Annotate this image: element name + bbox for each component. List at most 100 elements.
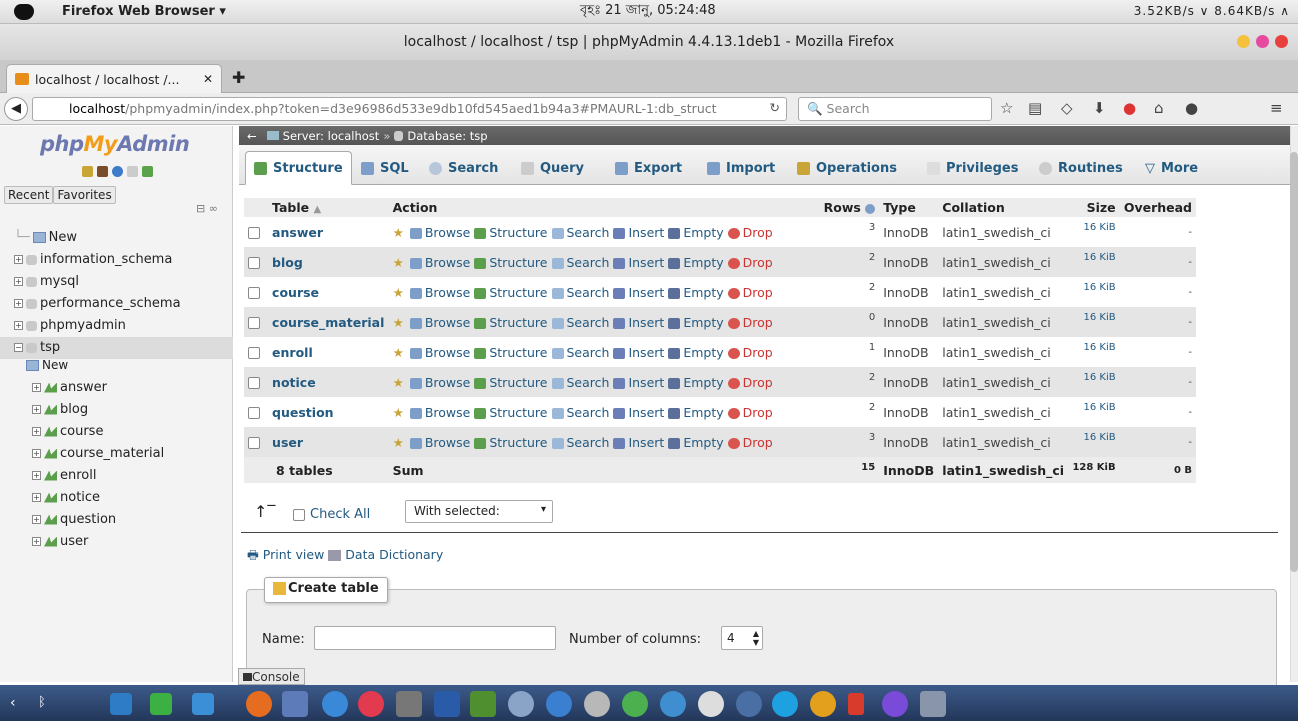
tree-db-performance-schema[interactable]: + performance_schema [14,296,181,311]
expand-icon[interactable]: + [32,383,41,392]
tasks-icon[interactable] [150,693,172,715]
expand-icon[interactable]: + [32,449,41,458]
expand-icon[interactable]: + [32,405,41,414]
tree-table-course-material[interactable]: + course_material [32,446,164,461]
preview-icon[interactable] [282,691,308,717]
skype-icon[interactable] [772,691,798,717]
table-name-link[interactable]: blog [268,247,389,277]
browser-tab[interactable]: localhost / localhost /... ✕ [6,64,222,93]
bookmark-star-icon[interactable]: ☆ [1000,99,1013,117]
action-insert-link[interactable]: Insert [613,255,664,270]
expand-icon[interactable]: + [14,321,23,330]
pdf-icon[interactable] [848,693,864,715]
action-drop-link[interactable]: Drop [727,435,773,450]
header-table[interactable]: Table ▲ [268,198,389,217]
tab-import[interactable]: Import [699,151,783,185]
action-insert-link[interactable]: Insert [613,225,664,240]
tree-db-phpmyadmin[interactable]: + phpmyadmin [14,318,126,333]
tree-table-course[interactable]: + course [32,424,103,439]
favorite-star-icon[interactable]: ★ [393,375,404,390]
check-all-checkbox[interactable] [293,508,305,521]
row-size[interactable]: 16 KiB [1068,277,1120,307]
check-all-label[interactable]: Check All [310,507,370,522]
extension-icon[interactable]: ● [1123,99,1136,117]
tab-structure[interactable]: Structure [245,151,352,185]
action-search-link[interactable]: Search [551,405,609,420]
action-structure-link[interactable]: Structure [474,285,548,300]
expand-icon[interactable]: + [32,537,41,546]
collapse-all-icon[interactable]: ⊟ ∞ [196,202,218,215]
scrollbar-thumb[interactable] [1290,152,1298,572]
table-name-link[interactable]: enroll [268,337,389,367]
header-collation[interactable]: Collation [938,198,1069,217]
firefox-icon[interactable] [246,691,272,717]
close-tab-icon[interactable]: ✕ [203,72,213,86]
reload-nav-icon[interactable] [142,166,153,177]
action-drop-link[interactable]: Drop [727,315,773,330]
favorite-star-icon[interactable]: ★ [393,255,404,270]
table-row[interactable]: answer ★ Browse Structure Search Insert Empty D… [244,217,1196,247]
system-clock[interactable]: বৃহঃ 21 জানু, 05:24:48 [580,1,716,22]
tree-table-blog[interactable]: + blog [32,402,88,417]
action-browse-link[interactable]: Browse [409,405,470,420]
itunes-icon[interactable] [358,691,384,717]
favorite-star-icon[interactable]: ★ [393,225,404,240]
action-empty-link[interactable]: Empty [668,405,724,420]
action-drop-link[interactable]: Drop [727,345,773,360]
action-empty-link[interactable]: Empty [668,375,724,390]
console-toggle[interactable]: Console [238,668,305,685]
tree-table-notice[interactable]: + notice [32,490,100,505]
action-browse-link[interactable]: Browse [409,435,470,450]
row-checkbox[interactable] [248,437,260,449]
tab-sql[interactable]: SQL [353,151,417,185]
action-search-link[interactable]: Search [551,375,609,390]
bookmarks-list-icon[interactable]: ▤ [1028,99,1042,117]
action-search-link[interactable]: Search [551,435,609,450]
url-bar[interactable]: localhost/phpmyadmin/index.php?token=d3e… [32,97,787,121]
table-row[interactable]: user ★ Browse Structure Search Insert Empty Dro… [244,427,1196,457]
action-insert-link[interactable]: Insert [613,405,664,420]
downloads-icon[interactable]: ⬇ [1093,99,1106,117]
collapse-icon[interactable]: − [14,343,23,352]
action-browse-link[interactable]: Browse [409,375,470,390]
action-browse-link[interactable]: Browse [409,345,470,360]
bluetooth-app-icon[interactable] [736,691,762,717]
table-row[interactable]: notice ★ Browse Structure Search Insert Empty D… [244,367,1196,397]
action-search-link[interactable]: Search [551,345,609,360]
row-size[interactable]: 16 KiB [1068,247,1120,277]
action-structure-link[interactable]: Structure [474,435,548,450]
row-size[interactable]: 16 KiB [1068,427,1120,457]
action-browse-link[interactable]: Browse [409,225,470,240]
action-empty-link[interactable]: Empty [668,225,724,240]
table-row[interactable]: course ★ Browse Structure Search Insert Empty D… [244,277,1196,307]
bluetooth-icon[interactable]: ᛒ [38,695,46,710]
app-store-icon[interactable] [546,691,572,717]
table-name-input[interactable] [314,626,556,650]
table-row[interactable]: question ★ Browse Structure Search Insert Empt… [244,397,1196,427]
favorite-star-icon[interactable]: ★ [393,435,404,450]
table-name-link[interactable]: notice [268,367,389,397]
expand-icon[interactable]: + [14,277,23,286]
tree-tsp-new[interactable]: New [26,358,68,372]
maximize-button[interactable] [1256,35,1269,48]
expand-icon[interactable]: + [32,427,41,436]
action-empty-link[interactable]: Empty [668,345,724,360]
close-window-button[interactable] [1275,35,1288,48]
print-view-link[interactable]: Print view [263,547,325,562]
tree-db-tsp[interactable]: − tsp [14,340,60,355]
stepper-arrows-icon[interactable]: ▲ ▼ [753,629,759,647]
with-selected-dropdown[interactable]: With selected: ▾ [405,500,553,523]
action-insert-link[interactable]: Insert [613,435,664,450]
table-name-link[interactable]: answer [268,217,389,247]
editor-icon[interactable] [470,691,496,717]
pocket-icon[interactable]: ◇ [1061,99,1073,117]
check-all[interactable]: Check All [293,507,370,522]
tab-routines[interactable]: Routines [1031,151,1131,185]
expand-icon[interactable]: + [32,515,41,524]
favorite-star-icon[interactable]: ★ [393,345,404,360]
chrome-icon[interactable] [810,691,836,717]
dock-prev-icon[interactable]: ‹ [10,695,16,711]
favorite-star-icon[interactable]: ★ [393,285,404,300]
reload-icon[interactable]: ↻ [770,100,780,115]
row-checkbox[interactable] [248,227,260,239]
